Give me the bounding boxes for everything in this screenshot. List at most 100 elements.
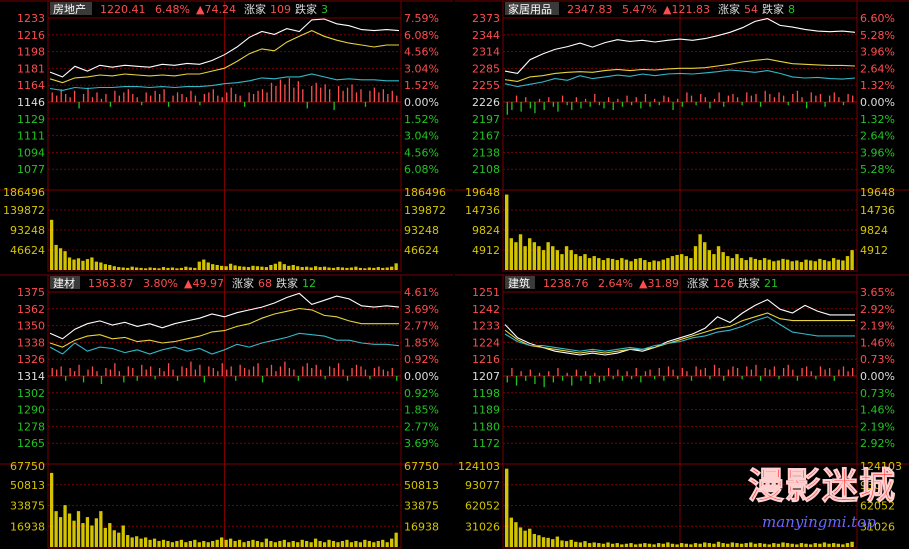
price-base-tick: 2226 xyxy=(472,96,500,109)
volume-bar xyxy=(698,234,702,270)
volume-tick: 186496 xyxy=(3,186,45,199)
percent-tick: 6.60% xyxy=(860,12,895,25)
price-tick: 1198 xyxy=(472,387,500,400)
volume-bar xyxy=(790,261,794,270)
volume-bar xyxy=(624,543,629,547)
volume-bar xyxy=(318,267,322,270)
volume-bar xyxy=(670,256,675,270)
percent-base-tick: 0.00% xyxy=(404,96,439,109)
volume-bar xyxy=(331,267,336,270)
volume-bar xyxy=(242,542,246,547)
price-tick: 2167 xyxy=(472,130,500,143)
volume-bar xyxy=(282,264,286,270)
volume-bar xyxy=(148,267,152,270)
price-tick: 1338 xyxy=(17,336,45,349)
volume-bar xyxy=(564,246,569,270)
volume-bar xyxy=(578,256,583,270)
volume-bar xyxy=(372,542,376,547)
volume-bar xyxy=(197,542,201,547)
volume-tick: 19648 xyxy=(465,186,500,199)
volume-bar xyxy=(139,538,143,547)
percent-tick: 5.28% xyxy=(860,163,895,176)
price-tick: 1278 xyxy=(17,420,45,433)
volume-bar xyxy=(255,541,260,547)
volume-bar xyxy=(587,258,592,270)
volume-bar xyxy=(385,267,389,270)
volume-bar xyxy=(758,260,762,270)
volume-bar xyxy=(81,260,85,270)
volume-bar xyxy=(202,259,206,270)
price-tick: 1189 xyxy=(472,404,500,417)
decliners-label: 跌家 xyxy=(762,2,784,16)
advancers-count: 109 xyxy=(270,3,291,16)
volume-bar xyxy=(808,260,813,270)
volume-bar xyxy=(532,242,537,270)
volume-bar xyxy=(822,260,827,270)
percent-tick: 2.19% xyxy=(860,320,895,333)
advancers-label: 涨家 xyxy=(718,2,740,16)
volume-bar xyxy=(831,258,836,270)
volume-bar xyxy=(693,246,698,270)
change-points: ▲74.24 xyxy=(196,3,236,16)
volume-bar xyxy=(269,541,273,547)
volume-bar xyxy=(340,541,345,547)
volume-bar xyxy=(358,542,363,547)
price-tick: 1094 xyxy=(17,146,45,159)
percent-tick: 3.65% xyxy=(860,286,895,299)
volume-bar xyxy=(121,525,125,547)
volume-bar xyxy=(54,511,58,547)
volume-bar xyxy=(638,258,642,270)
volume-bar xyxy=(394,532,398,547)
volume-bar xyxy=(242,266,246,270)
volume-bar xyxy=(372,267,376,270)
volume-bar xyxy=(693,543,698,547)
volume-bar xyxy=(629,543,633,547)
price-tick: 1242 xyxy=(472,303,500,316)
price-tick: 1198 xyxy=(17,46,45,59)
percent-tick: 2.19% xyxy=(860,420,895,433)
volume-bar xyxy=(215,539,219,547)
volume-bar xyxy=(300,539,304,547)
volume-bar xyxy=(633,544,638,547)
price-tick: 2108 xyxy=(472,163,500,176)
advancers-label: 涨家 xyxy=(232,276,254,290)
volume-bar xyxy=(233,265,237,270)
volume-bar xyxy=(730,542,735,547)
price-tick: 1251 xyxy=(472,286,500,299)
percent-tick: 0.73% xyxy=(860,387,895,400)
volume-tick: 62052 xyxy=(465,500,500,513)
volume-bar xyxy=(139,267,143,270)
percent-tick: 0.73% xyxy=(860,353,895,366)
decliners-label: 跌家 xyxy=(738,276,760,290)
volume-bar xyxy=(126,535,130,547)
volume-tick: 4912 xyxy=(472,244,500,257)
volume-bar xyxy=(583,541,587,547)
volume-bar xyxy=(112,530,116,547)
watermark-logo: 漫影迷城 xyxy=(747,465,897,508)
volume-bar xyxy=(282,539,286,547)
sector-name: 房地产 xyxy=(53,2,86,16)
volume-tick: 9824 xyxy=(860,224,888,237)
volume-bar xyxy=(592,256,596,270)
volume-bar xyxy=(336,542,340,547)
decliners-label: 跌家 xyxy=(276,276,298,290)
volume-bar xyxy=(555,536,560,547)
volume-bar xyxy=(318,541,322,547)
percent-base-tick: 0.00% xyxy=(860,370,895,383)
volume-bar xyxy=(587,543,592,547)
percent-tick: 2.92% xyxy=(860,303,895,316)
volume-bar xyxy=(90,257,94,270)
volume-bar xyxy=(518,527,523,547)
volume-bar xyxy=(661,259,665,270)
panel-1: 房地产 1220.41 6.48% ▲74.24 涨家 109 跌家 3 1233 1216 119… xyxy=(0,0,453,272)
volume-tick: 93248 xyxy=(10,224,45,237)
volume-bar xyxy=(58,517,63,547)
volume-bar xyxy=(707,250,712,270)
volume-bar xyxy=(762,258,767,270)
volume-tick: 19648 xyxy=(860,186,895,199)
price-tick: 1216 xyxy=(17,29,45,42)
volume-bar xyxy=(175,268,179,270)
decliners-count: 21 xyxy=(764,277,778,290)
volume-bar xyxy=(376,541,380,547)
volume-bar xyxy=(327,539,331,547)
